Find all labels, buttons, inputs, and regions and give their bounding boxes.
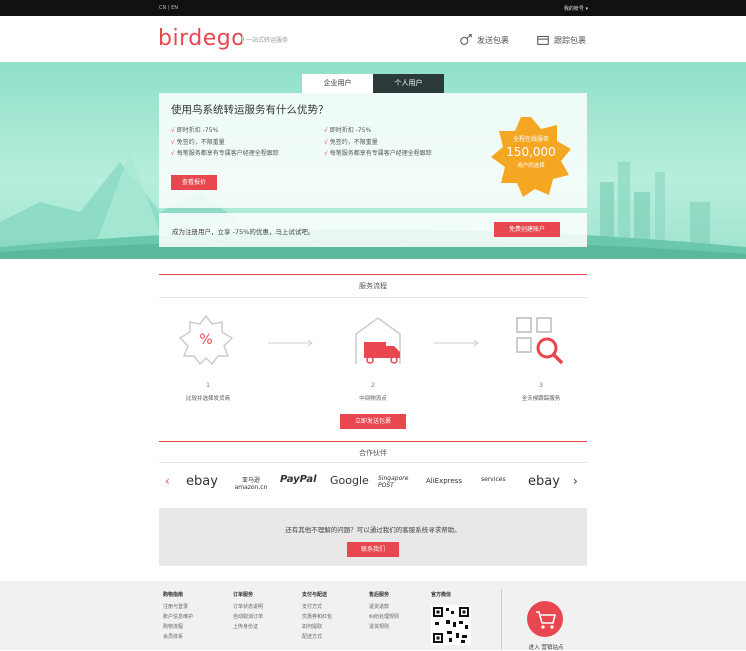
track-parcel-label: 跟踪包裹 [554, 35, 586, 45]
footer-link[interactable]: 配送方式 [302, 632, 332, 642]
step-2: 2 中间物流点 [333, 382, 413, 402]
contact-us-button[interactable]: 联系我们 [347, 542, 399, 557]
partners-title: 合作伙伴 [159, 441, 587, 458]
divider [159, 297, 587, 298]
register-bar: 成为注册用户，立享 -75%的优惠，马上试试吧。 免费创建账户 [159, 213, 587, 247]
footer-col-after-sales: 售后服务 退货退款 纠纷处理规则 退货规则 [369, 590, 399, 632]
slogan: 一站式转运服务 [242, 35, 288, 44]
arrow-icon [268, 340, 313, 346]
footer-col-order-service: 订单服务 订单状态说明 自动取消订单 上传身份证 [233, 590, 263, 632]
partners-next-arrow[interactable]: › [573, 474, 578, 488]
features-right: 即时折扣 -75% 免签约，不限重量 每笔服务都享有专属客户经理全程跟踪 [324, 125, 432, 160]
help-box: 还有其他不理解的问题？可以通过我们的客服系统寻求帮助。 联系我们 [159, 508, 587, 566]
svg-text:%: % [199, 332, 212, 348]
account-menu[interactable]: 我的帐号 ▾ [564, 5, 588, 12]
top-bar: CN | EN 我的帐号 ▾ [0, 0, 746, 16]
track-parcel-icon [537, 35, 549, 45]
step-number: 3 [539, 382, 543, 389]
feature-item: 免签约，不限重量 [324, 139, 378, 146]
partner-logo: ebay [186, 474, 218, 489]
feature-item: 每笔服务都享有专属客户经理全程跟踪 [171, 150, 279, 157]
send-parcel-link[interactable]: 发送包裹 [459, 33, 509, 47]
footer-link[interactable]: 优惠券和红包 [302, 612, 332, 622]
footer-col-shopping-guide: 购物指南 注册与登录 账户信息维护 购物流程 会员体系 [163, 590, 193, 642]
footer-link[interactable]: 账户信息维护 [163, 612, 193, 622]
register-text: 成为注册用户，立享 -75%的优惠，马上试试吧。 [172, 228, 315, 236]
discount-icon: % [178, 314, 234, 366]
partner-logo: Google [330, 474, 369, 487]
feature-item: 即时折扣 -75% [171, 127, 218, 134]
feature-item: 每笔服务都享有专属客户经理全程跟踪 [324, 150, 432, 157]
send-parcel-label: 发送包裹 [477, 35, 509, 45]
badge-line2: 用户的选择 [517, 163, 545, 169]
footer-col-wechat: 官方微信 [431, 590, 451, 602]
warehouse-truck-icon [355, 317, 401, 364]
features-left: 即时折扣 -75% 免签约，不限重量 每笔服务都享有专属客户经理全程跟踪 [171, 125, 279, 160]
badge-number: 150,000 [506, 145, 556, 159]
step-label: 全天候跟踪服务 [521, 396, 561, 402]
footer-link[interactable]: 上传身份证 [233, 622, 263, 632]
partner-logo: PayPal [280, 474, 317, 485]
partner-logo: 亚马逊 amazon.cn [234, 477, 268, 491]
footer-col-title: 售后服务 [369, 592, 390, 598]
footer-link[interactable]: 支付方式 [302, 602, 332, 612]
cart-icon[interactable] [527, 601, 563, 637]
footer-link[interactable]: 注册与登录 [163, 602, 193, 612]
footer-link[interactable]: 退货退款 [369, 602, 399, 612]
send-parcel-icon [460, 34, 472, 45]
hero-banner: 企业用户 个人用户 使用鸟系统转运服务有什么优势？ 即时折扣 -75% 免签约，… [0, 62, 746, 259]
help-text: 还有其他不理解的问题？可以通过我们的客服系统寻求帮助。 [285, 526, 461, 534]
track-parcel-link[interactable]: 跟踪包裹 [536, 33, 586, 47]
partner-logo: AliExpress [426, 477, 463, 485]
user-type-tabs: 企业用户 个人用户 [302, 74, 444, 93]
step-1: 1 比较并选择发货商 [168, 382, 248, 402]
partner-logo: Singapore POST [378, 475, 409, 489]
footer-col-title: 订单服务 [233, 592, 254, 598]
footer-link[interactable]: 会员体系 [163, 632, 193, 642]
divider [159, 462, 587, 463]
view-quote-button[interactable]: 查看报价 [171, 175, 217, 190]
language-switch[interactable]: CN | EN [159, 5, 178, 11]
footer: 购物指南 注册与登录 账户信息维护 购物流程 会员体系 订单服务 订单状态说明 … [0, 581, 746, 651]
tab-business[interactable]: 企业用户 [302, 74, 373, 93]
feature-item: 即时折扣 -75% [324, 127, 371, 134]
process-title: 服务流程 [159, 274, 587, 291]
step-3: 3 全天候跟踪服务 [501, 382, 581, 402]
wechat-qr-code [431, 605, 471, 645]
feature-item: 免签约，不限重量 [171, 139, 225, 146]
send-parcel-now-button[interactable]: 立即发送包裹 [340, 414, 406, 429]
footer-link[interactable]: 购物流程 [163, 622, 193, 632]
qr-search-icon [516, 317, 564, 365]
footer-col-title: 支付与配送 [302, 592, 328, 598]
step-number: 2 [371, 382, 375, 389]
step-label: 中间物流点 [359, 396, 387, 402]
header: birdego 一站式转运服务 发送包裹 跟踪包裹 [0, 16, 746, 62]
footer-link[interactable]: 纠纷处理规则 [369, 612, 399, 622]
create-account-button[interactable]: 免费创建账户 [494, 222, 560, 237]
advantages-title: 使用鸟系统转运服务有什么优势？ [171, 104, 329, 116]
partners-prev-arrow[interactable]: ‹ [165, 474, 170, 488]
footer-col-title: 官方微信 [431, 592, 452, 598]
footer-link[interactable]: 退货规则 [369, 622, 399, 632]
footer-col-title: 购物指南 [163, 592, 184, 598]
footer-col-payment-delivery: 支付与配送 支付方式 优惠券和红包 如何提取 配送方式 [302, 590, 332, 642]
footer-link[interactable]: 自动取消订单 [233, 612, 263, 622]
arrow-icon [434, 340, 479, 346]
step-label: 比较并选择发货商 [185, 396, 230, 402]
footer-divider [501, 589, 502, 650]
step-number: 1 [206, 382, 210, 389]
badge-line1: 全程在线服务 [512, 136, 549, 143]
badge-text: 全程在线服务 150,000 用户的选择 [491, 134, 571, 169]
partner-logo: ebay [528, 474, 560, 489]
footer-link[interactable]: 如何提取 [302, 622, 332, 632]
birdego-logo[interactable]: birdego [158, 26, 245, 51]
footer-link[interactable]: 订单状态说明 [233, 602, 263, 612]
tab-personal[interactable]: 个人用户 [373, 74, 444, 93]
partner-logo: services [481, 476, 506, 483]
